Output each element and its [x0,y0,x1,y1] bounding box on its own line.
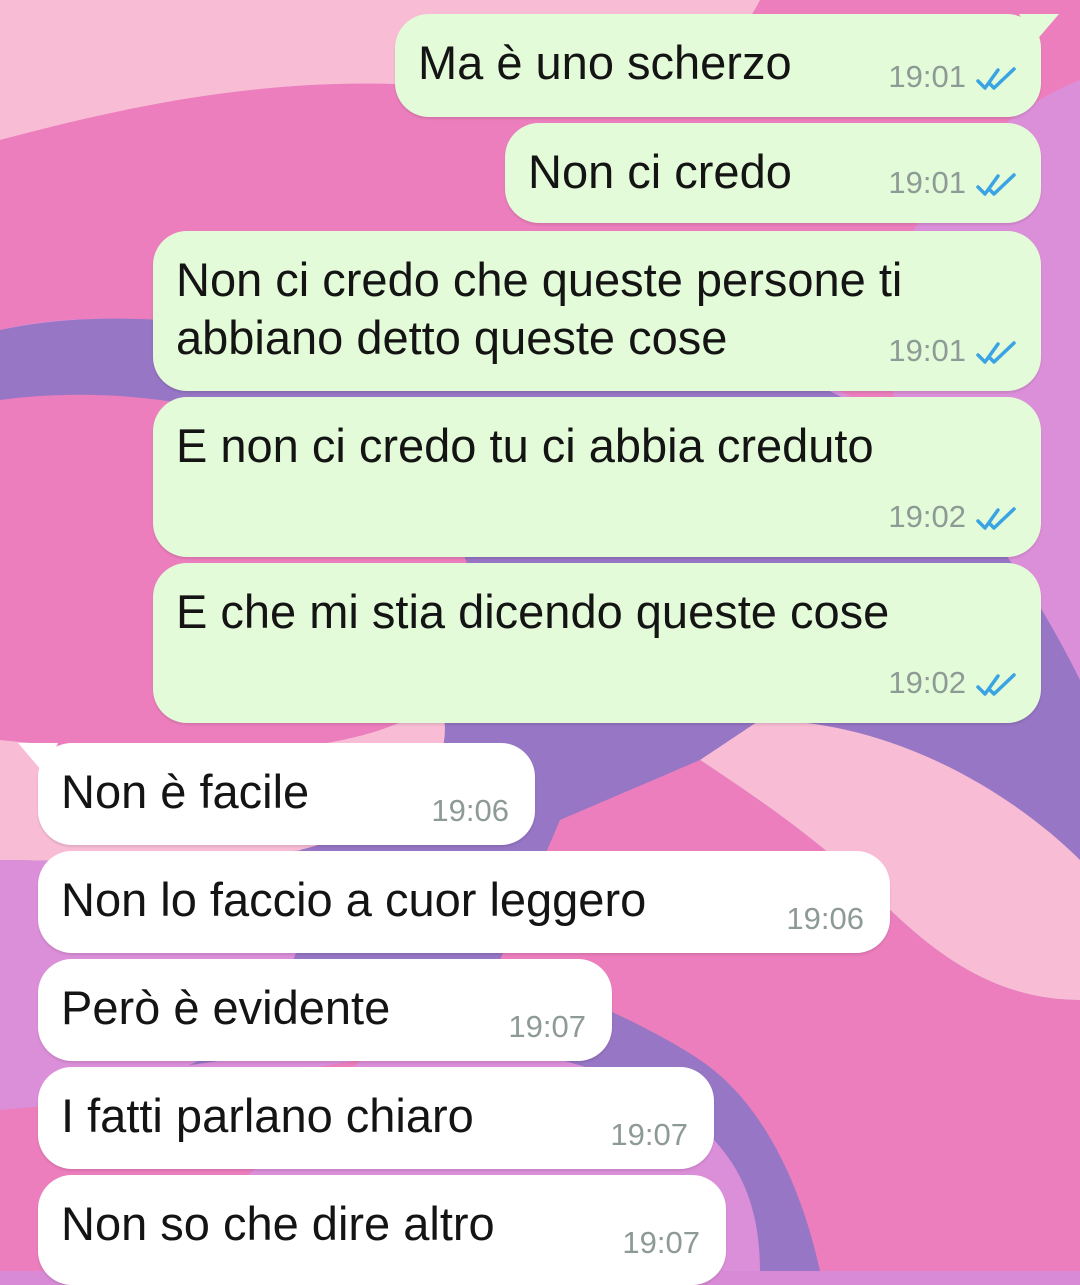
message-text: E che mi stia dicendo queste cose [176,585,890,638]
message-text: Ma è uno scherzo [418,36,792,89]
message-text: Però è evidente [61,981,391,1034]
read-receipt-icon [976,507,1016,530]
message-bubble-incoming[interactable]: I fatti parlano chiaro 19:07 [38,1067,714,1169]
message-bubble-outgoing[interactable]: E non ci credo tu ci abbia creduto 19:02 [153,397,1041,557]
message-text: Non è facile [61,765,310,818]
read-receipt-icon [976,341,1016,364]
message-text: E non ci credo tu ci abbia creduto [176,419,874,472]
message-bubble-incoming[interactable]: Non so che dire altro 19:07 [38,1175,726,1285]
read-receipt-icon [976,173,1016,196]
message-time: 19:07 [610,1117,688,1152]
message-bubble-outgoing[interactable]: Non ci credo 19:01 [505,123,1041,223]
message-time: 19:06 [786,901,864,936]
message-time: 19:07 [508,1009,586,1044]
message-time: 19:01 [888,59,966,94]
bubble-tail [18,743,58,771]
message-time: 19:01 [888,333,966,368]
message-text: Non ci credo che queste persone ti abbia… [176,253,916,364]
bubble-tail [1019,14,1059,42]
message-time: 19:02 [888,665,966,700]
read-receipt-icon [976,67,1016,90]
message-bubble-outgoing[interactable]: Non ci credo che queste persone ti abbia… [153,231,1041,391]
message-bubble-incoming[interactable]: Non lo faccio a cuor leggero 19:06 [38,851,890,953]
message-time: 19:06 [431,793,509,828]
message-text: Non so che dire altro [61,1197,495,1250]
message-bubble-outgoing[interactable]: E che mi stia dicendo queste cose 19:02 [153,563,1041,723]
message-text: Non ci credo [528,145,792,198]
read-receipt-icon [976,673,1016,696]
message-time: 19:02 [888,499,966,534]
message-bubble-outgoing[interactable]: Ma è uno scherzo 19:01 [395,14,1059,117]
message-time: 19:07 [622,1225,700,1260]
message-time: 19:01 [888,165,966,200]
message-text: Non lo faccio a cuor leggero [61,873,647,926]
message-bubble-incoming[interactable]: Non è facile 19:06 [18,743,535,845]
message-text: I fatti parlano chiaro [61,1089,474,1142]
message-bubble-incoming[interactable]: Però è evidente 19:07 [38,959,612,1061]
